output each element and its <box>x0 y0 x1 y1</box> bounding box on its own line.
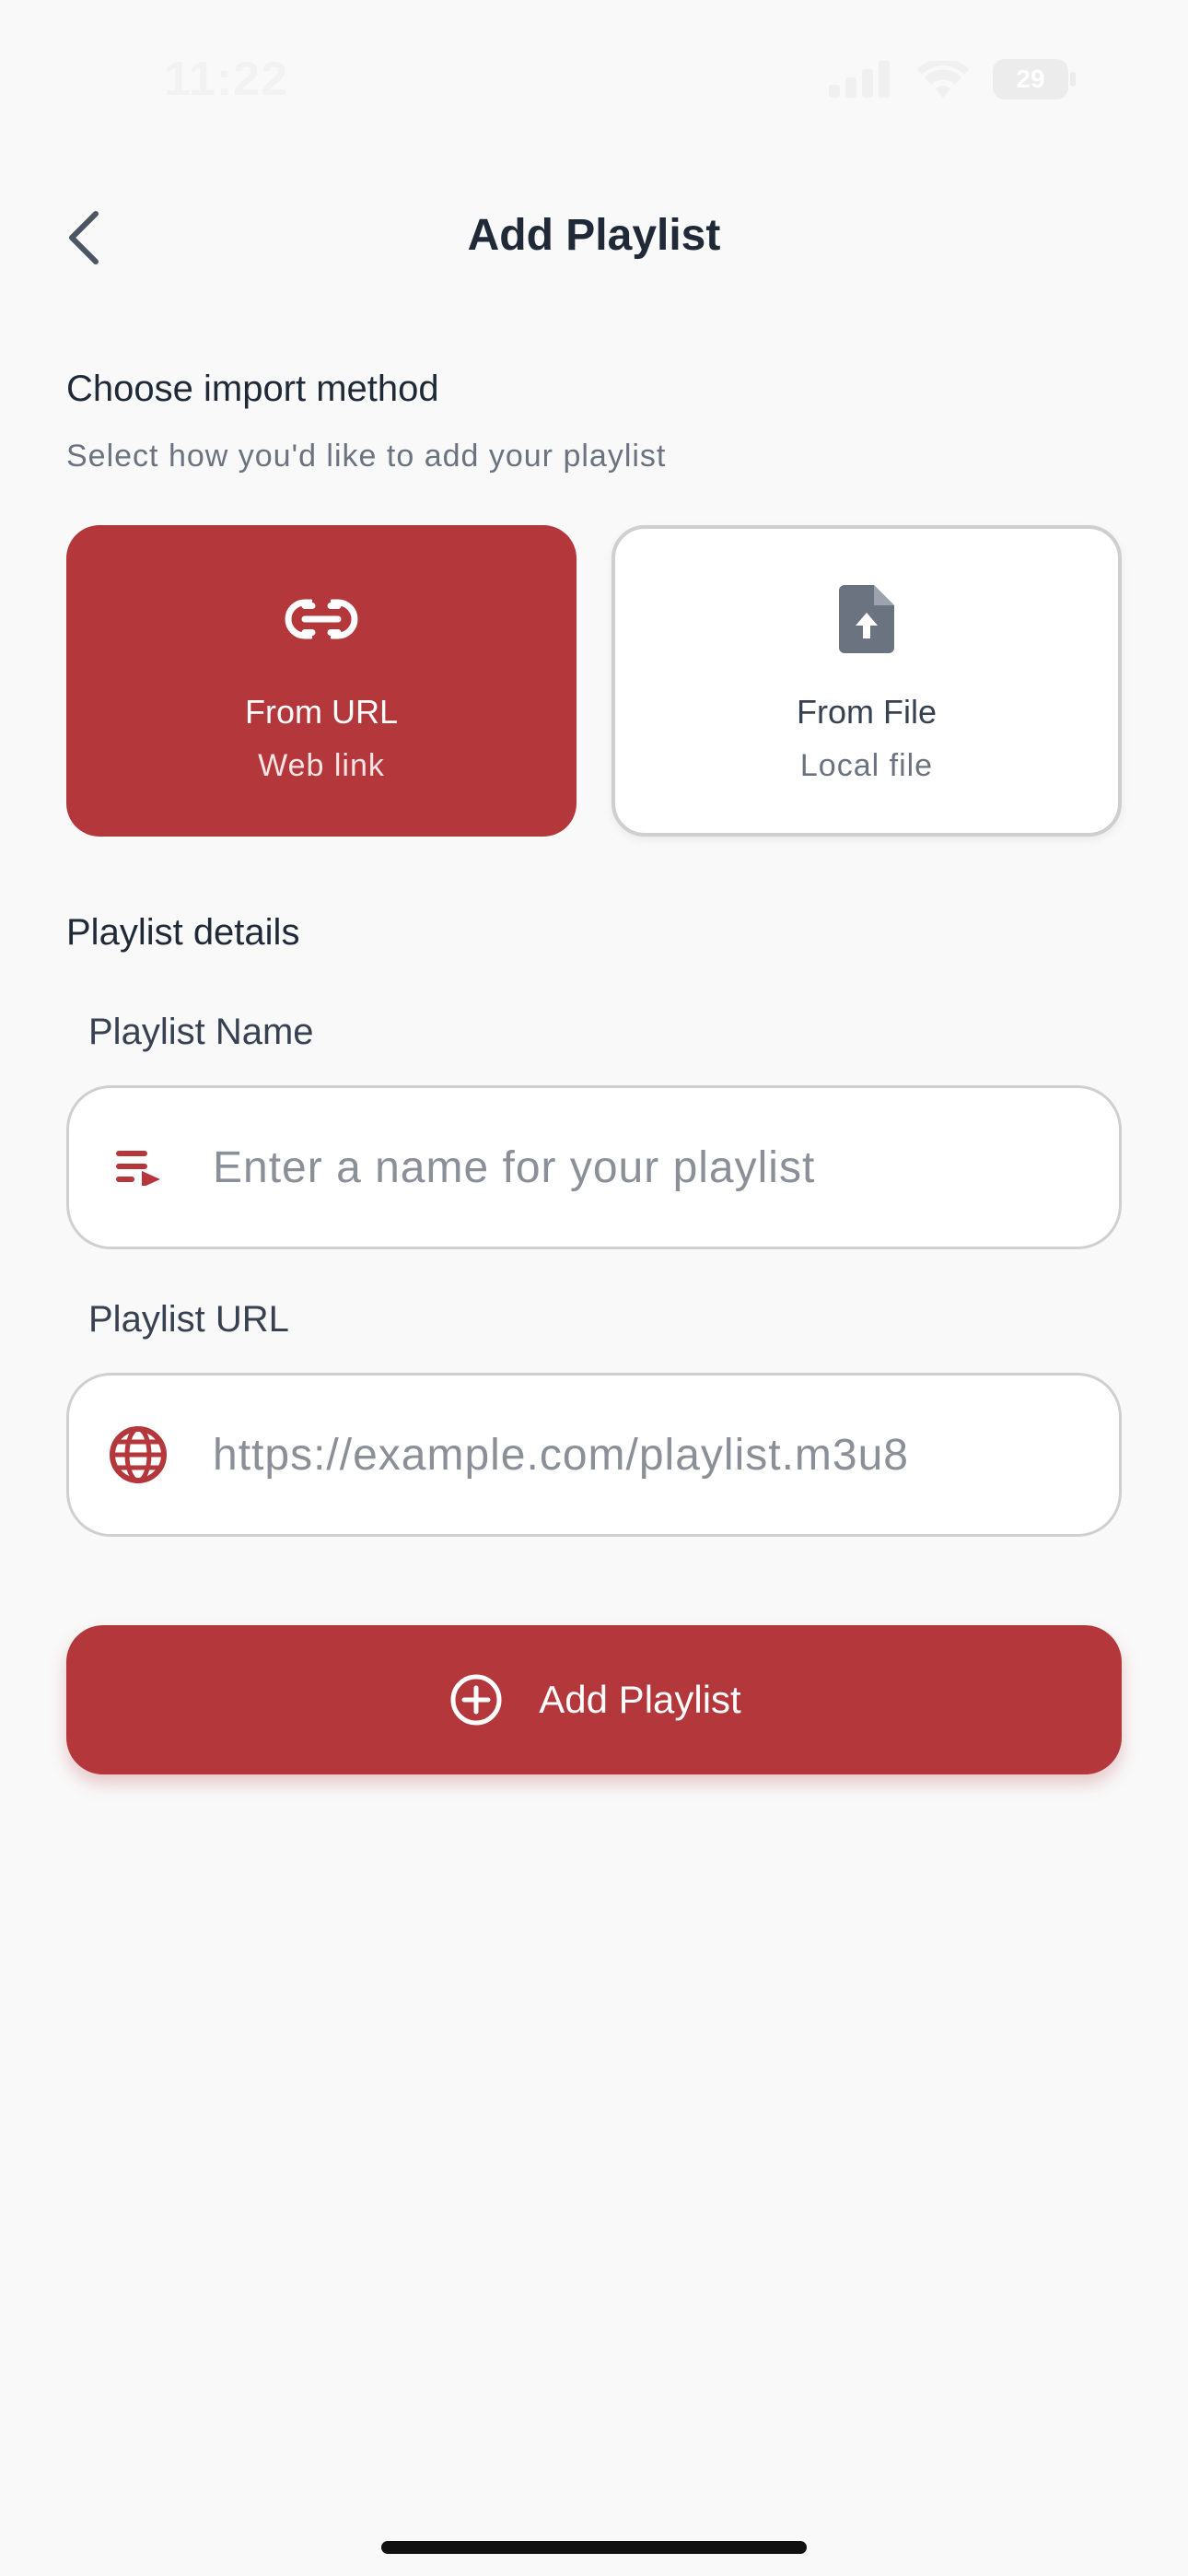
playlist-name-input[interactable] <box>211 1088 1082 1247</box>
import-section-subtitle: Select how you'd like to add your playli… <box>66 439 667 474</box>
import-option-url-label: From URL <box>244 693 398 731</box>
playlist-name-field[interactable] <box>66 1085 1122 1249</box>
battery-icon: 29 <box>993 59 1077 100</box>
import-option-file[interactable]: From File Local file <box>611 525 1122 837</box>
add-playlist-button-label: Add Playlist <box>539 1678 741 1721</box>
status-icons: 29 <box>829 59 1077 100</box>
add-playlist-button[interactable]: Add Playlist <box>66 1625 1122 1774</box>
playlist-url-field[interactable] <box>66 1373 1122 1537</box>
playlist-url-input[interactable] <box>211 1376 1082 1534</box>
import-section-title: Choose import method <box>66 369 439 409</box>
home-indicator <box>381 2541 807 2554</box>
playlist-url-label: Playlist URL <box>88 1299 289 1340</box>
add-circle-icon <box>447 1670 506 1729</box>
playlist-icon <box>106 1135 170 1200</box>
wifi-icon <box>917 61 969 98</box>
globe-icon <box>106 1423 170 1487</box>
header: Add Playlist <box>0 184 1188 295</box>
battery-level: 29 <box>1016 64 1045 93</box>
status-bar: 11:22 29 <box>0 0 1188 157</box>
file-upload-icon <box>839 582 894 656</box>
import-option-url[interactable]: From URL Web link <box>66 525 577 837</box>
details-section-title: Playlist details <box>66 912 300 953</box>
cellular-signal-icon <box>829 61 893 98</box>
page-title: Add Playlist <box>467 211 721 260</box>
link-icon <box>285 582 358 656</box>
import-option-file-sublabel: Local file <box>799 748 934 783</box>
import-option-file-label: From File <box>797 693 937 731</box>
playlist-name-label: Playlist Name <box>88 1012 314 1052</box>
status-time: 11:22 <box>164 53 289 106</box>
import-option-url-sublabel: Web link <box>258 748 385 783</box>
